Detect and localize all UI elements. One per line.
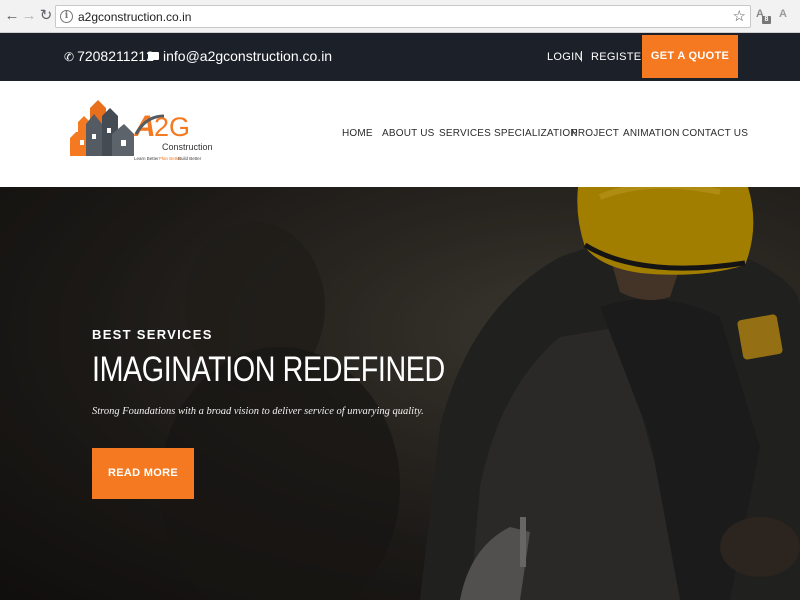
- hero-subtitle: Strong Foundations with a broad vision t…: [92, 406, 424, 417]
- logo-tagline-c: Build Better: [178, 156, 202, 161]
- nav-specialization[interactable]: SPECIALIZATION: [494, 128, 578, 139]
- nav-animation[interactable]: ANIMATION: [623, 128, 680, 139]
- get-a-quote-button[interactable]: GET A QUOTE: [642, 35, 738, 78]
- nav-services[interactable]: SERVICES: [439, 128, 491, 139]
- logo-tagline-a: Learn Better: [134, 156, 159, 161]
- hero-worker-image: [0, 187, 800, 600]
- read-more-button[interactable]: READ MORE: [92, 448, 194, 499]
- hero-kicker: BEST SERVICES: [92, 327, 213, 342]
- info-icon[interactable]: i: [60, 10, 73, 23]
- back-arrow-icon[interactable]: ←: [4, 7, 20, 25]
- nav-contact-us[interactable]: CONTACT US: [682, 128, 748, 139]
- svg-text:2G: 2G: [154, 112, 190, 142]
- hero-banner: [0, 187, 800, 600]
- logo-name: Construction: [162, 142, 213, 152]
- phone-icon: ✆: [64, 50, 75, 64]
- svg-text:A: A: [133, 110, 156, 143]
- nav-project[interactable]: PROJECT: [571, 128, 619, 139]
- address-bar[interactable]: i a2gconstruction.co.in ☆: [55, 5, 751, 28]
- url-text[interactable]: a2gconstruction.co.in: [78, 10, 191, 24]
- forward-arrow-icon[interactable]: →: [21, 7, 37, 25]
- nav-home[interactable]: HOME: [342, 128, 373, 139]
- login-register-separator: |: [580, 50, 583, 62]
- a2g-logo[interactable]: A 2G Construction Learn Better Plan Bett…: [68, 94, 218, 166]
- phone-contact[interactable]: ✆ 7208211212: [64, 48, 154, 64]
- register-link[interactable]: REGISTER: [591, 51, 650, 63]
- bookmark-star-icon[interactable]: ☆: [733, 7, 746, 25]
- extension-icon-2[interactable]: A: [779, 8, 793, 24]
- nav-about-us[interactable]: ABOUT US: [382, 128, 435, 139]
- phone-number: 7208211212: [77, 48, 154, 64]
- envelope-icon: [148, 52, 159, 60]
- extension-icon[interactable]: A8: [756, 8, 771, 24]
- login-link[interactable]: LOGIN: [547, 51, 583, 63]
- hero-title: IMAGINATION REDEFINED: [92, 350, 445, 389]
- email-address: info@a2gconstruction.co.in: [163, 48, 333, 64]
- extension-badge-icon: 8: [762, 16, 771, 24]
- email-contact[interactable]: info@a2gconstruction.co.in: [148, 48, 332, 64]
- browser-toolbar: ← → ↻ i a2gconstruction.co.in ☆ A8 A: [0, 0, 800, 33]
- reload-icon[interactable]: ↻: [38, 7, 54, 25]
